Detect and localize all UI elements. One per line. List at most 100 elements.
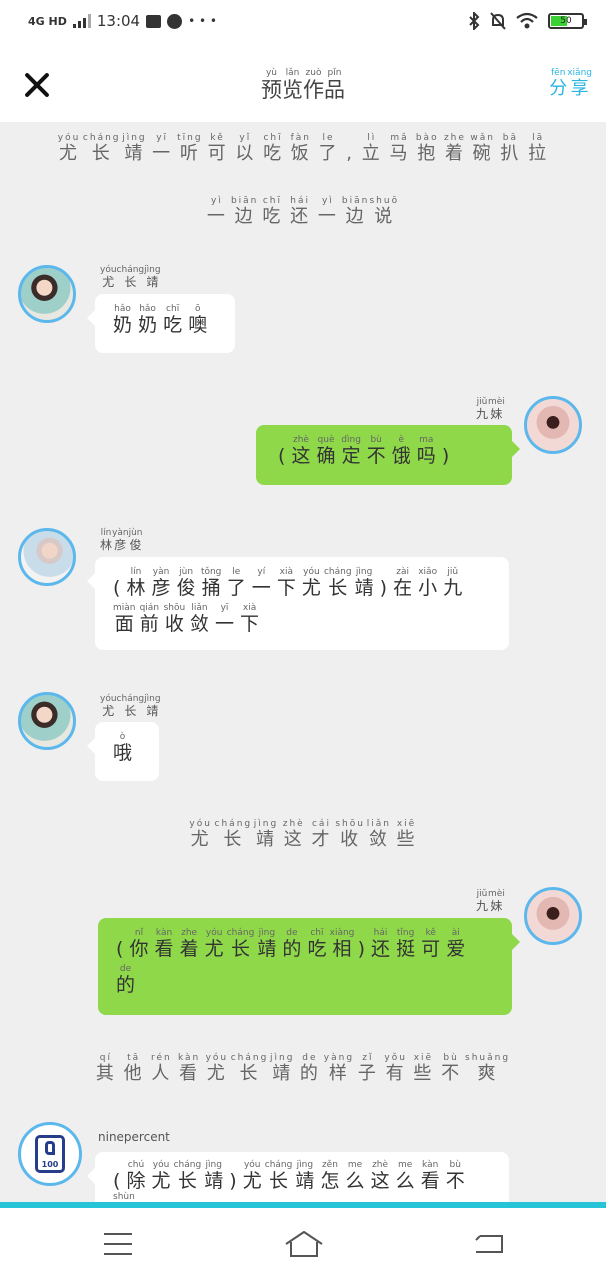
- hanzi-char: 边biān: [230, 196, 259, 227]
- hanzi-char: 除chú: [126, 1160, 146, 1192]
- network-indicator: 4G HD: [28, 14, 67, 28]
- hanzi-char: 挺tǐng: [396, 928, 416, 960]
- hanzi-char: 么me: [345, 1160, 365, 1192]
- hanzi-char: 看kàn: [177, 1053, 201, 1084]
- hanzi-char: 定dìng: [341, 435, 361, 467]
- avatar[interactable]: 100: [18, 1122, 82, 1186]
- nav-bar: 预yù览lǎn作zuò品pǐn 分fēn享xiǎng: [0, 46, 606, 122]
- wifi-icon: [516, 12, 538, 29]
- hanzi-char: ): [229, 1170, 237, 1192]
- hanzi-char: 饿è: [391, 435, 411, 467]
- hanzi-char: 饭fàn: [290, 133, 311, 164]
- hanzi-char: 靖jìng: [144, 694, 161, 718]
- hanzi-char: 尤yóu: [100, 265, 117, 289]
- hanzi-char: 靖jìng: [253, 819, 279, 850]
- hanzi-char: 了le: [318, 133, 339, 164]
- hanzi-char: 的de: [299, 1053, 320, 1084]
- avatar[interactable]: [524, 396, 582, 454]
- hanzi-char: 靖jìng: [144, 265, 161, 289]
- message-bubble[interactable]: 哦ò: [87, 722, 159, 781]
- message-bubble[interactable]: ( 你nǐ 看kàn 着zhe 尤yóu 长cháng 靖jìng 的de 吃c…: [98, 918, 520, 1015]
- hanzi-char: 长cháng: [226, 928, 255, 960]
- hanzi-char: 么me: [395, 1160, 415, 1192]
- hanzi-char: 噢ō: [188, 304, 208, 336]
- hanzi-char: 捅tǒng: [200, 567, 222, 599]
- hanzi-char: 九jiǔ: [476, 397, 489, 421]
- status-bar: 4G HD 13:04 • • • 50: [0, 0, 606, 46]
- hanzi-char: 人rén: [151, 1053, 172, 1084]
- narration-text: 尤yóu 长cháng 靖jìng 一yī 听tīng 可kě 以yǐ 吃chī…: [0, 133, 606, 165]
- message-bubble[interactable]: ( 除chú 尤yóu 长cháng 靖jìng ) 尤yóu 长cháng 靖…: [87, 1152, 509, 1224]
- hanzi-char: 的de: [282, 928, 302, 960]
- avatar[interactable]: [18, 692, 76, 750]
- share-button[interactable]: 分fēn享xiǎng: [549, 68, 592, 100]
- hanzi-char: 一yī: [152, 133, 173, 164]
- page-title: 预yù览lǎn作zuò品pǐn: [0, 68, 606, 104]
- hanzi-char: 抱bào: [415, 133, 439, 164]
- hanzi-char: 可kě: [207, 133, 228, 164]
- avatar[interactable]: [18, 265, 76, 323]
- hanzi-char: 林lín: [100, 528, 113, 552]
- hanzi-char: 享xiǎng: [567, 68, 592, 99]
- hanzi-char: 长cháng: [230, 1053, 269, 1084]
- hanzi-char: 彦yàn: [112, 528, 129, 552]
- hanzi-char: 妹mèi: [488, 889, 505, 913]
- hanzi-char: 怎zěn: [320, 1160, 340, 1192]
- hanzi-char: 不bù: [366, 435, 386, 467]
- hanzi-char: 小xiǎo: [418, 567, 438, 599]
- message-bubble[interactable]: ( 这zhè 确què 定dìng 不bù 饿è 吗ma ): [256, 425, 520, 485]
- system-nav-bar: [0, 1208, 606, 1280]
- sender-name: 林lín彦yàn俊jùn: [100, 528, 142, 553]
- hanzi-char: 妹mèi: [488, 397, 505, 421]
- hanzi-char: 的de: [116, 964, 136, 996]
- menu-icon[interactable]: [104, 1233, 132, 1255]
- hanzi-char: 吃chī: [307, 928, 327, 960]
- hanzi-char: 立lì: [361, 133, 382, 164]
- hanzi-char: 尤yóu: [151, 1160, 171, 1192]
- signal-icon: [72, 14, 91, 28]
- hanzi-char: 以yǐ: [235, 133, 256, 164]
- hanzi-char: 敛liǎn: [366, 819, 391, 850]
- hanzi-char: 他tā: [123, 1053, 144, 1084]
- back-icon[interactable]: [472, 1230, 504, 1256]
- hanzi-char: 览lǎn: [282, 68, 303, 102]
- hanzi-char: ,: [346, 143, 354, 164]
- hanzi-char: 样yàng: [323, 1053, 355, 1084]
- battery-icon: 50: [548, 13, 587, 29]
- hanzi-char: 九jiǔ: [443, 567, 463, 599]
- avatar[interactable]: [524, 887, 582, 945]
- mute-icon: [490, 12, 506, 30]
- hanzi-char: 长cháng: [173, 1160, 202, 1192]
- hanzi-char: 吃chī: [263, 133, 284, 164]
- hanzi-char: ): [357, 938, 365, 960]
- hanzi-char: 下xià: [240, 603, 260, 635]
- hanzi-char: 预yù: [261, 68, 282, 102]
- hanzi-char: 看kàn: [420, 1160, 440, 1192]
- hanzi-char: 还hái: [371, 928, 391, 960]
- avatar[interactable]: [18, 528, 76, 586]
- hanzi-char: 长cháng: [264, 1160, 293, 1192]
- hanzi-char: 拉lā: [528, 133, 549, 164]
- sender-name: 九jiǔ妹mèi: [476, 889, 505, 914]
- hanzi-char: 碗wǎn: [470, 133, 495, 164]
- home-icon[interactable]: [283, 1228, 325, 1260]
- hanzi-char: 你nǐ: [129, 928, 149, 960]
- hanzi-char: 一yì: [317, 196, 338, 227]
- hanzi-char: 才cái: [311, 819, 332, 850]
- hanzi-char: 吃chī: [163, 304, 183, 336]
- hanzi-char: 奶hǎo: [138, 304, 158, 336]
- message-bubble[interactable]: ( 林lín 彦yàn 俊jùn 捅tǒng 了le 一yí 下xià 尤yóu…: [87, 557, 509, 650]
- hanzi-char: 其qí: [95, 1053, 116, 1084]
- hanzi-char: 还hái: [290, 196, 311, 227]
- ninepercent-logo: 100: [35, 1135, 65, 1173]
- hanzi-char: 长cháng: [116, 265, 145, 289]
- hanzi-char: 子zǐ: [357, 1053, 378, 1084]
- sender-name: 尤yóu长cháng靖jìng: [100, 265, 161, 290]
- hanzi-char: 尤yóu: [100, 694, 117, 718]
- message-bubble[interactable]: 奶hǎo 奶hǎo 吃chī 噢ō: [87, 294, 235, 353]
- hanzi-char: 听tīng: [177, 133, 203, 164]
- more-notifications: • • •: [188, 14, 217, 28]
- hanzi-char: 九jiǔ: [476, 889, 489, 913]
- battery-level: 50: [560, 16, 572, 26]
- hanzi-char: 收shōu: [163, 603, 186, 635]
